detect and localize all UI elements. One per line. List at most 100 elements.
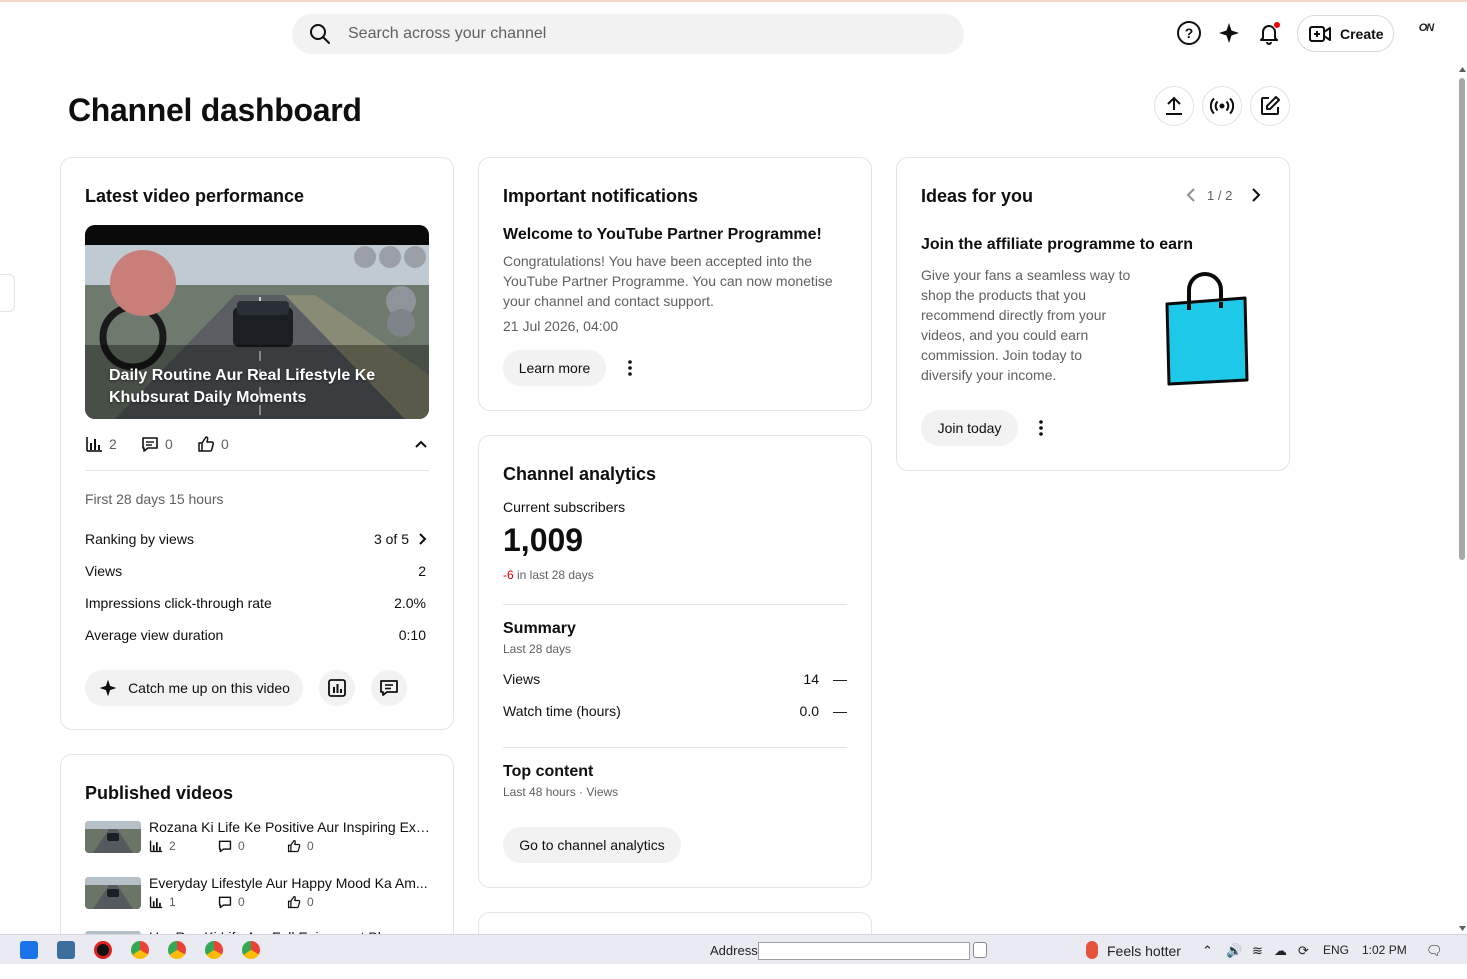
period-label: First 28 days 15 hours bbox=[85, 491, 429, 507]
notification-title: Welcome to YouTube Partner Programme! bbox=[503, 226, 822, 243]
ideas-title: Join the affiliate programme to earn bbox=[921, 236, 1194, 253]
wifi-icon[interactable]: ≋ bbox=[1252, 943, 1263, 959]
chrome-icon[interactable] bbox=[131, 941, 149, 959]
divider bbox=[503, 747, 847, 748]
summary-period: Last 28 days bbox=[503, 642, 572, 656]
subscribers-change: -6 in last 28 days bbox=[503, 568, 594, 582]
top-accent-line bbox=[0, 0, 1467, 2]
language-indicator[interactable]: ENG bbox=[1323, 943, 1349, 957]
outlook-icon[interactable] bbox=[20, 941, 38, 959]
video-likes: 0 bbox=[307, 839, 314, 853]
chrome-icon[interactable] bbox=[168, 941, 186, 959]
subscribers-change-period: in last 28 days bbox=[513, 568, 594, 582]
ideas-heading: Ideas for you bbox=[921, 186, 1034, 206]
thumbs-up-icon bbox=[198, 436, 215, 452]
video-comments-button[interactable] bbox=[371, 670, 407, 706]
thumbs-up-icon bbox=[287, 895, 301, 909]
summary-views-row: Views 14 — bbox=[503, 671, 847, 687]
tray-chevron-up-icon[interactable]: ⌃ bbox=[1202, 943, 1213, 959]
notifications-bell-icon[interactable] bbox=[1254, 18, 1284, 48]
summary-heading: Summary bbox=[503, 620, 576, 637]
watch-time-label: Watch time (hours) bbox=[503, 703, 621, 719]
upload-icon bbox=[1166, 96, 1182, 115]
video-analytics-button[interactable] bbox=[319, 670, 355, 706]
catch-me-up-label: Catch me up on this video bbox=[128, 680, 290, 696]
video-thumbnail bbox=[85, 877, 141, 909]
subscribers-value: 1,009 bbox=[503, 522, 584, 558]
analytics-heading: Channel analytics bbox=[503, 464, 657, 484]
go-live-button[interactable] bbox=[1202, 86, 1242, 126]
list-item[interactable]: Rozana Ki Life Ke Positive Aur Inspiring… bbox=[85, 819, 435, 869]
side-panel-handle[interactable] bbox=[0, 274, 15, 312]
ideas-card: Ideas for you 1 / 2 Join the affiliate p… bbox=[896, 157, 1290, 471]
ranking-row[interactable]: Ranking by views 3 of 5 bbox=[85, 531, 429, 547]
edit-icon bbox=[1261, 96, 1280, 115]
clock[interactable]: 1:02 PM bbox=[1362, 943, 1407, 957]
views-row: Views 2 bbox=[85, 563, 429, 579]
comment-icon bbox=[142, 437, 158, 452]
collapse-chevron-up-icon[interactable] bbox=[411, 434, 431, 454]
join-today-button[interactable]: Join today bbox=[921, 410, 1018, 446]
volume-icon[interactable]: 🔊 bbox=[1226, 943, 1242, 959]
search-bar[interactable] bbox=[292, 14, 964, 54]
watch-time-value: 0.0 bbox=[799, 703, 819, 719]
summary-views-label: Views bbox=[503, 671, 541, 687]
search-icon bbox=[310, 24, 330, 44]
subscribers-change-value: -6 bbox=[503, 568, 514, 582]
published-heading: Published videos bbox=[85, 783, 234, 803]
views-value: 2 bbox=[418, 563, 426, 579]
address-input[interactable] bbox=[758, 942, 970, 960]
watch-time-trend: — bbox=[833, 703, 847, 719]
cloud-icon[interactable]: ☁ bbox=[1274, 943, 1287, 959]
avd-label: Average view duration bbox=[85, 627, 224, 643]
scroll-down-arrow-icon[interactable] bbox=[1459, 926, 1466, 932]
shopping-bag-icon bbox=[1161, 272, 1251, 392]
ctr-value: 2.0% bbox=[394, 595, 426, 611]
calculator-icon[interactable] bbox=[57, 941, 75, 959]
sync-icon[interactable]: ⟳ bbox=[1298, 943, 1309, 959]
ranking-label: Ranking by views bbox=[85, 531, 194, 547]
video-title: Everyday Lifestyle Aur Happy Mood Ka Am.… bbox=[149, 875, 428, 891]
chrome-icon[interactable] bbox=[242, 941, 260, 959]
chevron-right-icon[interactable] bbox=[1246, 185, 1266, 205]
learn-more-button[interactable]: Learn more bbox=[503, 350, 606, 386]
notifications-card: Important notifications Welcome to YouTu… bbox=[478, 157, 872, 411]
chrome-icon[interactable] bbox=[205, 941, 223, 959]
sparkle-icon[interactable] bbox=[1214, 18, 1244, 48]
video-stats: 1 0 0 bbox=[149, 895, 356, 909]
more-options-icon[interactable] bbox=[1031, 418, 1051, 438]
chevron-left-icon[interactable] bbox=[1181, 185, 1201, 205]
create-button[interactable]: Create bbox=[1297, 15, 1394, 52]
upload-button[interactable] bbox=[1154, 86, 1194, 126]
scrollbar[interactable] bbox=[1457, 66, 1467, 934]
avatar[interactable]: ON bbox=[1413, 22, 1439, 42]
sparkle-icon bbox=[99, 679, 117, 697]
views-label: Views bbox=[85, 563, 123, 579]
chevron-right-icon bbox=[419, 533, 427, 545]
page-title: Channel dashboard bbox=[68, 92, 362, 128]
more-options-icon[interactable] bbox=[620, 358, 640, 378]
refresh-icon[interactable] bbox=[973, 942, 987, 958]
list-item[interactable]: Everyday Lifestyle Aur Happy Mood Ka Am.… bbox=[85, 875, 435, 925]
ideas-body: Give your fans a seamless way to shop th… bbox=[921, 267, 1131, 383]
recorder-icon[interactable] bbox=[94, 941, 112, 959]
video-views: 1 bbox=[169, 895, 176, 909]
thumbs-up-icon bbox=[287, 839, 301, 853]
catch-me-up-button[interactable]: Catch me up on this video bbox=[85, 670, 303, 706]
comments-stat: 0 bbox=[141, 435, 173, 453]
scroll-up-arrow-icon[interactable] bbox=[1459, 66, 1466, 72]
go-to-analytics-button[interactable]: Go to channel analytics bbox=[503, 827, 681, 863]
video-thumbnail[interactable]: Daily Routine Aur Real Lifestyle Ke Khub… bbox=[85, 225, 429, 419]
top-content-heading: Top content bbox=[503, 763, 594, 780]
scrollbar-thumb[interactable] bbox=[1459, 78, 1465, 560]
video-plus-icon bbox=[1309, 25, 1331, 42]
notifications-heading: Important notifications bbox=[503, 186, 698, 206]
weather-text[interactable]: Feels hotter bbox=[1107, 943, 1181, 959]
notification-body: Congratulations! You have been accepted … bbox=[503, 253, 833, 309]
create-post-button[interactable] bbox=[1250, 86, 1290, 126]
search-input[interactable] bbox=[348, 25, 908, 43]
action-center-icon[interactable]: 🗨 bbox=[1426, 943, 1443, 959]
video-title: Rozana Ki Life Ke Positive Aur Inspiring… bbox=[149, 819, 431, 835]
help-icon[interactable]: ? bbox=[1174, 18, 1204, 48]
channel-analytics-card: Channel analytics Current subscribers 1,… bbox=[478, 435, 872, 888]
